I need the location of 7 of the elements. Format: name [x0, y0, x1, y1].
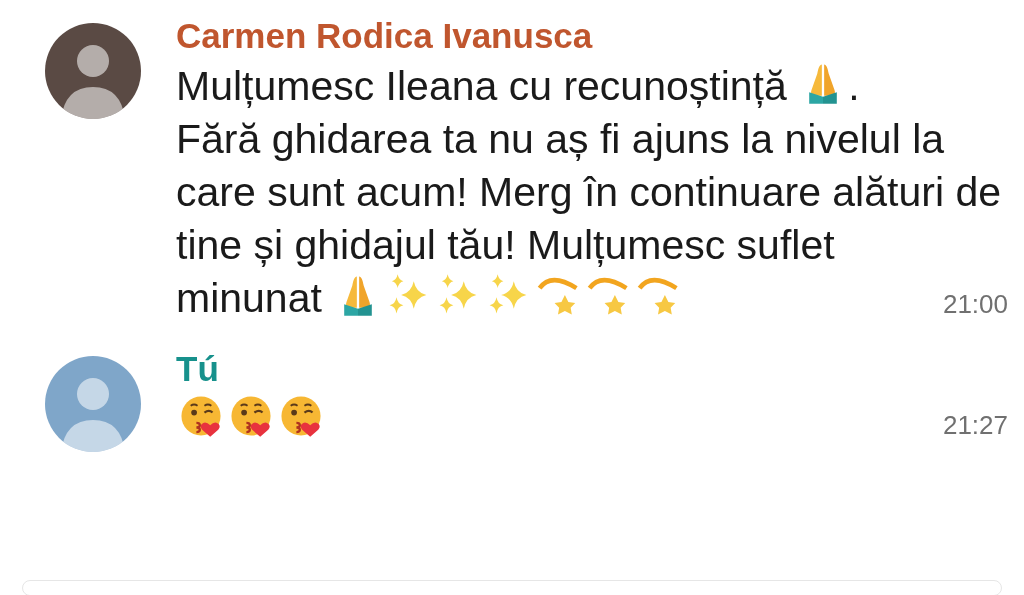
- message-time: 21:27: [942, 409, 1008, 442]
- message-time: 21:00: [942, 288, 1008, 321]
- sender-name: Tú: [176, 349, 220, 389]
- message-text: .: [848, 63, 860, 109]
- message-text: minunat: [176, 275, 323, 321]
- sender-name: Carmen Rodica Ivanusca: [176, 16, 594, 56]
- message-text: Mulțumesc Ileana cu recunoștință: [176, 63, 788, 109]
